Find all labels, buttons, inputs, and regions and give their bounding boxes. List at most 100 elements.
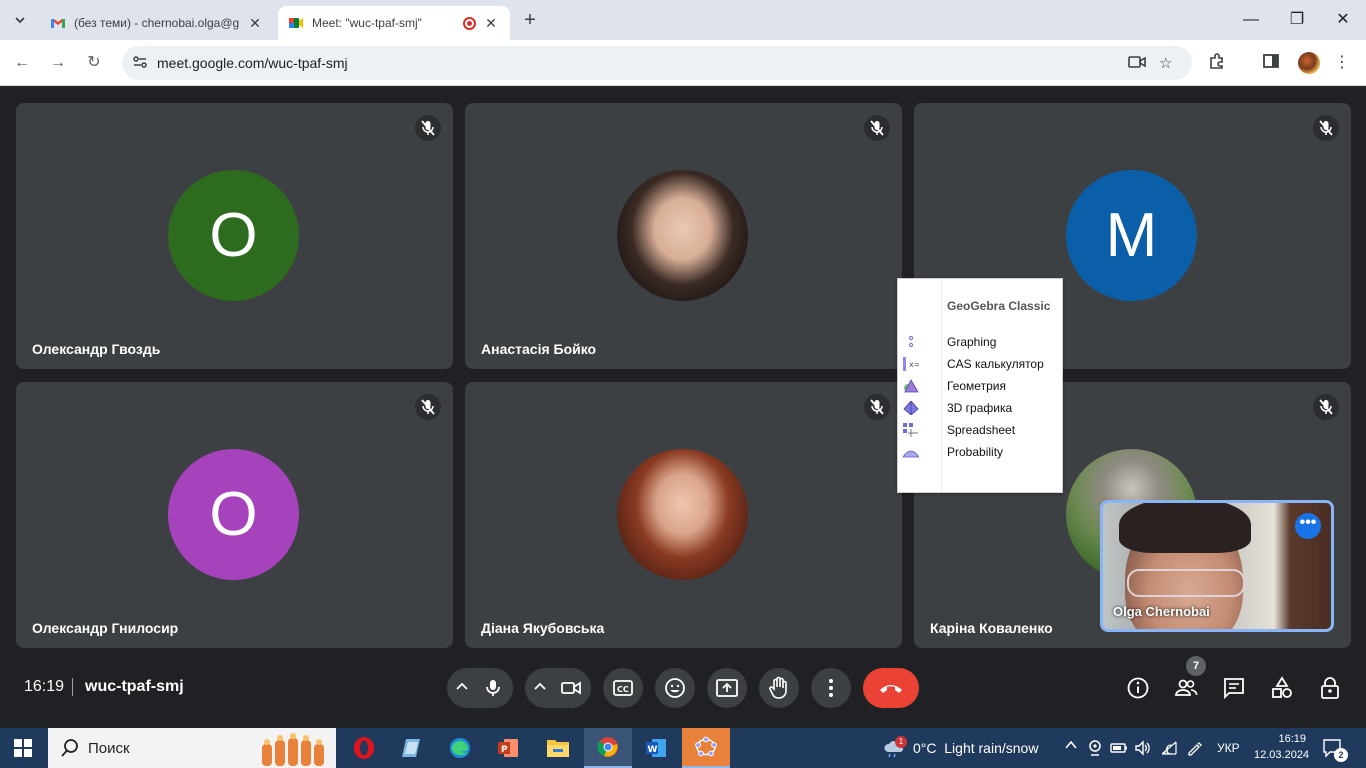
taskbar-opera[interactable]: [340, 728, 388, 768]
participant-name: Анастасія Бойко: [481, 341, 597, 357]
tab-meet[interactable]: Meet: "wuc-tpaf-smj" ✕: [278, 6, 510, 40]
call-end-icon: [880, 685, 902, 693]
info-icon: [1127, 677, 1149, 699]
new-tab-button[interactable]: +: [518, 8, 542, 32]
avatar: О: [168, 170, 299, 301]
windows-start-button[interactable]: [14, 739, 32, 757]
participant-name: Олександр Гнилосир: [32, 620, 179, 636]
tab-search-button[interactable]: [8, 8, 32, 32]
menu-item-3d[interactable]: 3D графика: [898, 398, 1062, 418]
restore-button[interactable]: ❐: [1274, 8, 1320, 32]
activities-button[interactable]: [1270, 676, 1294, 700]
volume-icon[interactable]: [1134, 740, 1152, 761]
menu-item-cas[interactable]: x= CAS калькулятор: [898, 354, 1062, 374]
participant-tile[interactable]: О Олександр Гвоздь: [16, 103, 453, 369]
more-options-button[interactable]: [811, 668, 851, 708]
video-settings-chevron-icon[interactable]: [533, 680, 547, 699]
geogebra-icon: [695, 736, 717, 757]
recording-icon: [463, 16, 476, 30]
mic-off-icon: [415, 394, 441, 420]
raise-hand-button[interactable]: [759, 668, 799, 708]
microphone-button[interactable]: [473, 668, 513, 708]
participant-tile[interactable]: Діана Якубовська: [465, 382, 902, 648]
participant-tile[interactable]: О Олександр Гнилосир: [16, 382, 453, 648]
chevron-down-icon: [15, 17, 25, 24]
reload-button[interactable]: ↻: [81, 50, 107, 76]
svg-text:x=: x=: [909, 360, 919, 369]
taskbar-file-explorer[interactable]: [534, 728, 582, 768]
mic-off-icon: [1313, 394, 1339, 420]
participant-name: Олександр Гвоздь: [32, 341, 161, 357]
reactions-button[interactable]: [655, 668, 695, 708]
tab-close-button[interactable]: ✕: [246, 15, 264, 32]
divider: [72, 678, 73, 696]
mic-off-icon: [1313, 115, 1339, 141]
self-view-tile[interactable]: ••• Olga Chernobai: [1100, 500, 1334, 632]
extensions-icon[interactable]: [1208, 52, 1226, 75]
powerpoint-icon: P: [498, 739, 518, 757]
chat-button[interactable]: [1222, 676, 1246, 700]
taskbar-search-box[interactable]: Поиск: [48, 728, 336, 768]
tab-gmail[interactable]: (без теми) - chernobai.olga@gmail.com - …: [40, 6, 274, 40]
taskbar-notes[interactable]: [388, 728, 436, 768]
cas-icon: x=: [903, 357, 920, 371]
participant-tile[interactable]: Анастасія Бойко: [465, 103, 902, 369]
leave-call-button[interactable]: [863, 668, 919, 708]
webcam-tray-icon[interactable]: [1088, 740, 1102, 761]
url-text: meet.google.com/wuc-tpaf-smj: [157, 55, 348, 71]
self-view-name: Olga Chernobai: [1113, 604, 1210, 619]
captions-button[interactable]: CC: [603, 668, 643, 708]
people-button[interactable]: [1174, 676, 1198, 700]
edge-icon: [450, 738, 470, 758]
menu-item-spreadsheet[interactable]: Spreadsheet: [898, 420, 1062, 440]
taskbar-geogebra[interactable]: [682, 728, 730, 768]
weather-text[interactable]: 0°C Light rain/snow: [913, 740, 1038, 756]
forward-button[interactable]: →: [45, 50, 71, 76]
camera-in-use-icon[interactable]: [1128, 54, 1146, 74]
svg-text:CC: CC: [617, 685, 629, 694]
meeting-time: 16:19: [24, 678, 65, 695]
more-options-icon[interactable]: •••: [1295, 513, 1321, 539]
network-icon[interactable]: [1160, 740, 1178, 761]
present-screen-button[interactable]: [707, 668, 747, 708]
minimize-button[interactable]: —: [1228, 8, 1274, 32]
address-bar[interactable]: meet.google.com/wuc-tpaf-smj ☆: [122, 46, 1192, 80]
avatar: О: [168, 449, 299, 580]
chat-icon: [1224, 678, 1244, 700]
browser-toolbar: ← → ↻ meet.google.com/wuc-tpaf-smj ☆ ⋮: [0, 40, 1366, 86]
tab-title: Meet: "wuc-tpaf-smj": [312, 16, 422, 30]
probability-icon: [902, 445, 920, 459]
pen-icon[interactable]: [1186, 740, 1202, 761]
site-info-icon[interactable]: [132, 54, 150, 72]
participants-count-badge: 7: [1186, 656, 1206, 676]
svg-text:P: P: [501, 745, 508, 755]
menu-item-geometry[interactable]: Геометрия: [898, 376, 1062, 396]
taskbar-chrome[interactable]: [584, 728, 632, 768]
browser-menu-icon[interactable]: ⋮: [1334, 52, 1350, 72]
bookmark-star-icon[interactable]: ☆: [1159, 54, 1172, 72]
side-panel-icon[interactable]: [1262, 52, 1280, 75]
menu-item-probability[interactable]: Probability: [898, 442, 1062, 462]
camera-button[interactable]: [551, 668, 591, 708]
taskbar-edge[interactable]: [436, 728, 484, 768]
input-language[interactable]: УКР: [1217, 741, 1240, 755]
menu-item-graphing[interactable]: Graphing: [898, 332, 1062, 352]
geogebra-app-menu: GeoGebra Classic Graphing x= CAS калькул…: [897, 278, 1063, 493]
meeting-details-button[interactable]: [1126, 676, 1150, 700]
back-button[interactable]: ←: [9, 50, 35, 76]
windows-taskbar: Поиск P W 1 0°C Light rain/snow УКР 16:1…: [0, 728, 1366, 768]
taskbar-powerpoint[interactable]: P: [484, 728, 532, 768]
battery-icon[interactable]: [1110, 741, 1128, 760]
avatar-photo: [617, 449, 748, 580]
tray-overflow-chevron-icon[interactable]: [1064, 738, 1078, 755]
search-icon: [60, 738, 80, 763]
host-controls-button[interactable]: [1318, 676, 1342, 700]
tab-close-button[interactable]: ✕: [482, 15, 500, 32]
system-clock[interactable]: 16:19 12.03.2024: [1254, 731, 1309, 763]
gmail-icon: [50, 15, 66, 31]
close-window-button[interactable]: ✕: [1320, 8, 1366, 32]
meet-control-bar: 16:19 wuc-tpaf-smj CC: [0, 656, 1366, 720]
audio-settings-chevron-icon[interactable]: [455, 680, 469, 699]
taskbar-word[interactable]: W: [632, 728, 680, 768]
profile-avatar[interactable]: [1298, 52, 1320, 74]
